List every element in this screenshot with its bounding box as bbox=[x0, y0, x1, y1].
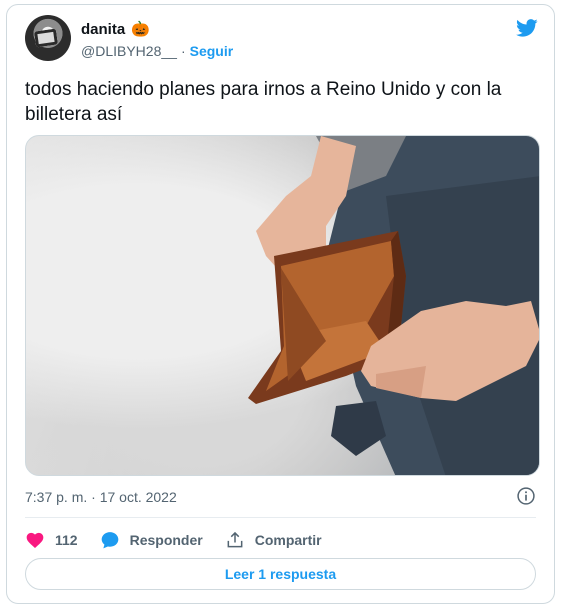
reply-label: Responder bbox=[129, 532, 203, 548]
reply-action[interactable]: Responder bbox=[100, 530, 203, 550]
display-name[interactable]: danita 🎃 bbox=[81, 21, 150, 39]
display-name-text[interactable]: danita bbox=[81, 21, 125, 38]
tweet-card: danita 🎃 @DLIBYH28__ · Seguir todos hacien… bbox=[6, 4, 555, 604]
avatar[interactable] bbox=[25, 15, 71, 61]
heart-icon bbox=[26, 532, 44, 548]
pumpkin-emoji: 🎃 bbox=[131, 21, 151, 38]
tweet-text: todos haciendo planes para irnos a Reino… bbox=[25, 79, 502, 125]
share-action[interactable]: Compartir bbox=[225, 530, 322, 550]
like-count: 112 bbox=[55, 532, 78, 548]
user-handle[interactable]: @DLIBYH28__ bbox=[81, 43, 177, 59]
tweet-photo-empty-wallet[interactable] bbox=[25, 135, 540, 476]
handle-row: @DLIBYH28__ · Seguir bbox=[81, 42, 233, 60]
tweet-timestamp[interactable]: 7:37 p. m. · 17 oct. 2022 bbox=[25, 489, 177, 505]
like-action[interactable]: 112 bbox=[25, 530, 78, 550]
share-label: Compartir bbox=[254, 532, 322, 548]
tweet-actions: 112 Responder Compartir bbox=[25, 528, 344, 552]
twitter-bird-icon[interactable] bbox=[514, 17, 540, 39]
divider bbox=[25, 517, 536, 518]
info-icon[interactable] bbox=[516, 486, 536, 506]
follow-button[interactable]: Seguir bbox=[190, 43, 234, 59]
separator-dot: · bbox=[180, 43, 186, 59]
share-icon bbox=[227, 531, 243, 548]
reply-bubble-icon bbox=[101, 532, 118, 549]
read-replies-button[interactable]: Leer 1 respuesta bbox=[25, 558, 536, 590]
